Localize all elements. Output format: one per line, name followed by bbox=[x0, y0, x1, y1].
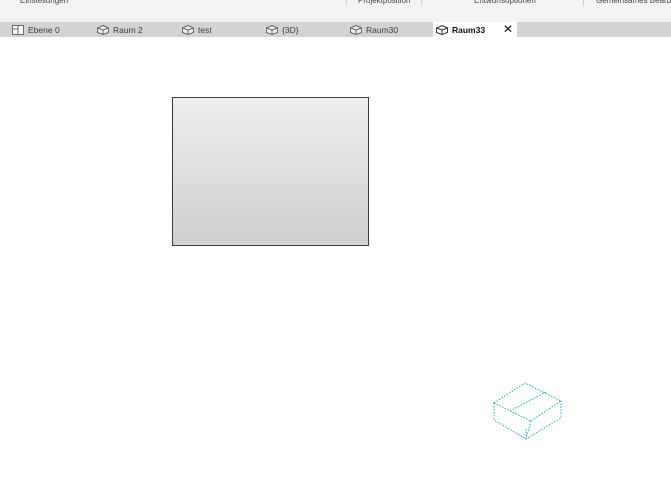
3d-view-icon bbox=[182, 24, 194, 35]
tab-ebene-0[interactable]: Ebene 0 bbox=[12, 22, 90, 37]
drawing-canvas[interactable] bbox=[0, 37, 671, 500]
view-viewport[interactable] bbox=[172, 97, 369, 246]
tab-raum30[interactable]: Raum30 bbox=[350, 22, 428, 37]
close-icon[interactable]: ✕ bbox=[503, 22, 513, 37]
tab-label: Raum33 bbox=[452, 24, 486, 35]
ribbon-separator bbox=[583, 0, 584, 6]
3d-view-icon bbox=[97, 24, 109, 35]
3d-view-icon bbox=[350, 24, 362, 35]
view-tab-bar: Ebene 0 Raum 2 test {3D} Raum30 Raum33 ✕ bbox=[0, 22, 671, 37]
ribbon-separator bbox=[421, 0, 422, 6]
tab-test[interactable]: test bbox=[182, 22, 260, 37]
3d-view-icon bbox=[266, 24, 278, 35]
ribbon-group-label[interactable]: Projektposition bbox=[358, 0, 410, 8]
tab-raum-2[interactable]: Raum 2 bbox=[97, 22, 175, 37]
tab-label: test bbox=[198, 24, 212, 35]
ribbon-panel: Einstellungen Projektposition Entwurfsop… bbox=[0, 0, 671, 23]
tab-label: Raum 2 bbox=[113, 24, 143, 35]
ribbon-group-label[interactable]: Einstellungen bbox=[20, 0, 68, 8]
ribbon-group-label[interactable]: Gemeinsames Bearbe bbox=[596, 0, 671, 8]
tab-label: {3D} bbox=[282, 24, 299, 35]
ribbon-separator bbox=[346, 0, 347, 6]
tab-3d[interactable]: {3D} bbox=[266, 22, 344, 37]
floor-plan-icon bbox=[12, 24, 24, 35]
3d-view-icon bbox=[436, 24, 448, 35]
ribbon-group-label[interactable]: Entwurfsoptionen bbox=[474, 0, 536, 8]
tab-label: Ebene 0 bbox=[28, 24, 60, 35]
wireframe-box bbox=[492, 382, 562, 440]
tab-raum33[interactable]: Raum33 ✕ bbox=[433, 22, 517, 37]
tab-label: Raum30 bbox=[366, 24, 399, 35]
